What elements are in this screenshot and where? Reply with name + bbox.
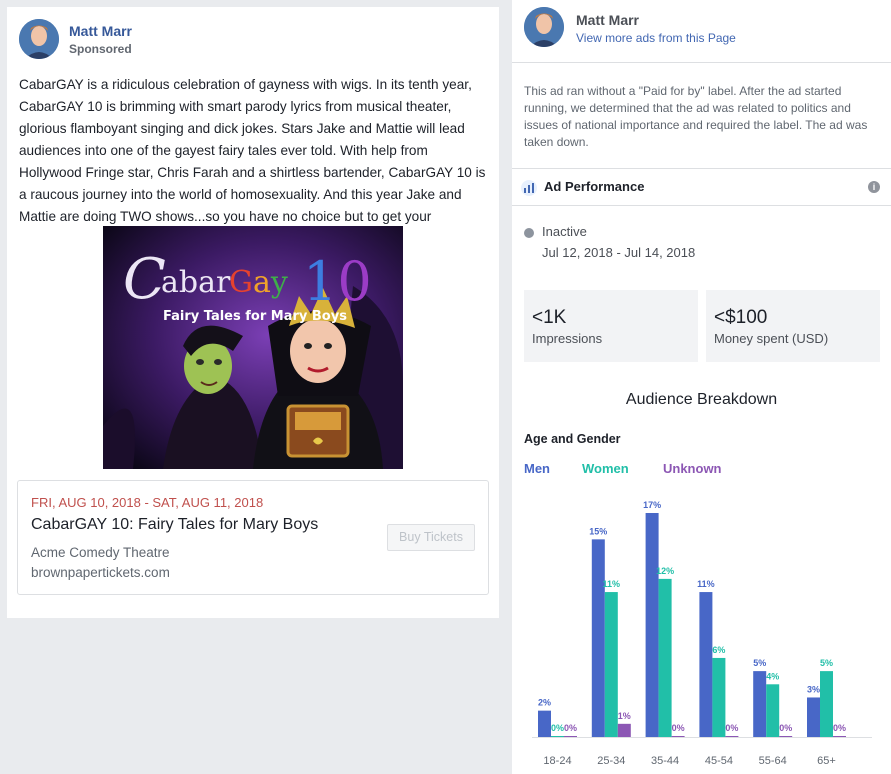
ad-status: Inactive bbox=[542, 224, 587, 239]
logo-wordmark: abar bbox=[161, 265, 231, 300]
panel-author-name[interactable]: Matt Marr bbox=[576, 12, 639, 28]
legend-women[interactable]: Women bbox=[582, 461, 629, 476]
bar-men-35-44[interactable] bbox=[645, 513, 659, 737]
bar-men-55-64[interactable] bbox=[753, 671, 767, 737]
money-spent-value: <$100 bbox=[714, 307, 768, 328]
bar-men-65+[interactable] bbox=[807, 697, 820, 737]
bar-women-18-24[interactable] bbox=[551, 736, 564, 737]
ad-performance-title: Ad Performance bbox=[544, 179, 645, 194]
event-date: FRI, AUG 10, 2018 - SAT, AUG 11, 2018 bbox=[31, 495, 264, 510]
event-domain: brownpapertickets.com bbox=[31, 565, 170, 580]
bar-men-45-54[interactable] bbox=[699, 592, 713, 737]
x-tick-25-34: 25-34 bbox=[597, 755, 625, 767]
bar-label-men-18-24: 2% bbox=[538, 698, 551, 708]
logo-gay: Gay bbox=[229, 265, 288, 300]
buy-tickets-button[interactable]: Buy Tickets bbox=[387, 524, 475, 551]
bar-chart-icon bbox=[521, 180, 537, 196]
bar-men-25-34[interactable] bbox=[591, 539, 605, 737]
paid-for-by-notice: This ad ran without a "Paid for by" labe… bbox=[524, 84, 868, 149]
logo-letter-c: C bbox=[123, 247, 166, 312]
x-tick-45-54: 45-54 bbox=[705, 755, 733, 767]
panel-header: Matt Marr View more ads from this Page bbox=[512, 0, 891, 63]
post-body-text: CabarGAY is a ridiculous celebration of … bbox=[19, 77, 486, 224]
bar-label-women-45-54: 6% bbox=[712, 645, 725, 655]
logo-number: 10 bbox=[303, 250, 372, 313]
bar-label-women-65+: 5% bbox=[820, 658, 833, 668]
bar-unknown-35-44[interactable] bbox=[671, 736, 685, 737]
ad-details-panel: Matt Marr View more ads from this Page T… bbox=[512, 0, 891, 774]
bar-label-unknown-35-44: 0% bbox=[672, 723, 685, 733]
legend-unknown[interactable]: Unknown bbox=[663, 461, 722, 476]
bar-label-unknown-25-34: 1% bbox=[618, 711, 631, 721]
x-tick-18-24: 18-24 bbox=[543, 755, 571, 767]
bar-label-unknown-55-64: 0% bbox=[779, 723, 792, 733]
bar-men-18-24[interactable] bbox=[538, 710, 551, 737]
bar-label-men-65+: 3% bbox=[807, 684, 820, 694]
event-link-card[interactable]: FRI, AUG 10, 2018 - SAT, AUG 11, 2018 Ca… bbox=[17, 480, 489, 595]
bar-women-55-64[interactable] bbox=[766, 684, 780, 737]
bar-label-women-35-44: 12% bbox=[656, 566, 674, 576]
bar-label-women-25-34: 11% bbox=[603, 579, 621, 589]
bar-unknown-65+[interactable] bbox=[833, 736, 846, 737]
money-spent-label: Money spent (USD) bbox=[714, 331, 829, 346]
bar-label-women-55-64: 4% bbox=[766, 671, 779, 681]
ad-image[interactable]: C abar Gay 10 Fairy Tales for Mary Boys bbox=[103, 226, 403, 469]
sponsored-post: Matt Marr Sponsored CabarGAY is a ridicu… bbox=[7, 7, 499, 618]
money-spent-box: <$100 Money spent (USD) bbox=[706, 290, 880, 362]
bar-women-35-44[interactable] bbox=[658, 578, 672, 737]
bar-label-unknown-65+: 0% bbox=[833, 723, 846, 733]
bar-label-men-25-34: 15% bbox=[589, 526, 607, 536]
impressions-value: <1K bbox=[532, 307, 567, 328]
bar-label-unknown-45-54: 0% bbox=[725, 723, 738, 733]
view-more-ads-link[interactable]: View more ads from this Page bbox=[576, 31, 736, 45]
bar-women-65+[interactable] bbox=[820, 671, 833, 737]
bar-women-25-34[interactable] bbox=[604, 592, 618, 737]
bar-unknown-18-24[interactable] bbox=[564, 736, 577, 737]
author-avatar[interactable] bbox=[19, 19, 59, 59]
bar-unknown-25-34[interactable] bbox=[617, 723, 631, 737]
bar-label-unknown-18-24: 0% bbox=[564, 723, 577, 733]
info-icon[interactable]: i bbox=[868, 181, 880, 193]
sponsored-label: Sponsored bbox=[69, 42, 132, 56]
x-tick-65+: 65+ bbox=[817, 755, 836, 767]
x-tick-55-64: 55-64 bbox=[759, 755, 787, 767]
bar-women-45-54[interactable] bbox=[712, 657, 726, 737]
ad-run-dates: Jul 12, 2018 - Jul 14, 2018 bbox=[542, 245, 696, 260]
legend-men[interactable]: Men bbox=[524, 461, 550, 476]
bar-unknown-45-54[interactable] bbox=[725, 736, 739, 737]
bar-label-men-45-54: 11% bbox=[697, 579, 715, 589]
audience-breakdown-title: Audience Breakdown bbox=[625, 391, 778, 408]
bar-label-men-35-44: 17% bbox=[643, 500, 661, 510]
age-gender-title: Age and Gender bbox=[524, 432, 621, 446]
bar-unknown-55-64[interactable] bbox=[779, 736, 793, 737]
event-title[interactable]: CabarGAY 10: Fairy Tales for Mary Boys bbox=[31, 516, 318, 534]
bar-label-women-18-24: 0% bbox=[551, 723, 564, 733]
panel-author-avatar[interactable] bbox=[524, 7, 564, 47]
logo-subtitle: Fairy Tales for Mary Boys bbox=[163, 309, 347, 324]
post-author-name[interactable]: Matt Marr bbox=[69, 23, 132, 39]
event-venue: Acme Comedy Theatre bbox=[31, 545, 170, 560]
impressions-box: <1K Impressions bbox=[524, 290, 698, 362]
inactive-status-dot bbox=[524, 228, 534, 238]
x-tick-35-44: 35-44 bbox=[651, 755, 679, 767]
ad-performance-header[interactable]: Ad Performance i bbox=[512, 168, 891, 206]
age-gender-chart: 2%0% 0%18-2415%11%1%25-3417%12%0%35-4411%… bbox=[532, 500, 872, 767]
bar-label-men-55-64: 5% bbox=[753, 658, 766, 668]
impressions-label: Impressions bbox=[532, 331, 603, 346]
